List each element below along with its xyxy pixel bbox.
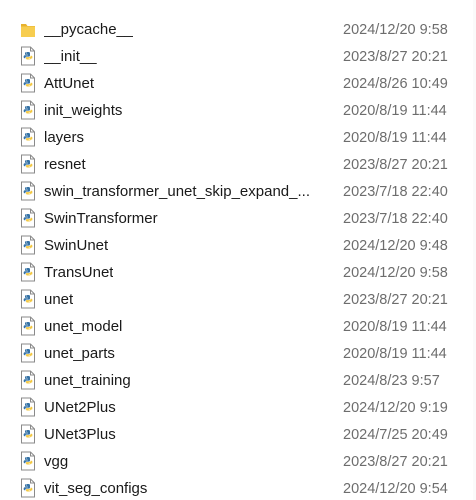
file-row[interactable]: AttUnet 2024/8/26 10:49 [0,71,476,98]
python-file-icon [20,478,36,498]
date-modified: 2023/7/18 22:40 [343,184,448,200]
date-modified: 2023/8/27 20:21 [343,292,448,308]
file-row[interactable]: layers 2020/8/19 11:44 [0,125,476,152]
date-modified: 2024/8/26 10:49 [343,76,448,92]
file-name: init_weights [44,102,123,119]
python-file-icon [20,208,36,228]
python-file-icon [20,424,36,444]
python-file-icon [20,397,36,417]
file-name: unet [44,291,74,308]
date-modified: 2020/8/19 11:44 [343,319,447,335]
file-name: SwinTransformer [44,210,158,227]
file-row[interactable]: TransUnet 2024/12/20 9:58 [0,260,476,287]
python-file-icon [20,181,36,201]
file-list: __pycache__ 2024/12/20 9:58 __init__ 2023/8… [0,17,476,500]
file-name: SwinUnet [44,237,109,254]
date-modified: 2024/12/20 9:58 [343,265,448,281]
file-name: unet_parts [44,345,115,362]
date-modified: 2023/8/27 20:21 [343,157,448,173]
file-name: TransUnet [44,264,114,281]
file-row[interactable]: vit_seg_configs 2024/12/20 9:54 [0,476,476,500]
python-file-icon [20,100,36,120]
python-file-icon [20,370,36,390]
python-file-icon [20,343,36,363]
date-modified: 2024/7/25 20:49 [343,427,448,443]
file-row[interactable]: unet_training 2024/8/23 9:57 [0,368,476,395]
file-name: vit_seg_configs [44,480,148,497]
file-name: UNet3Plus [44,426,116,443]
file-row[interactable]: unet 2023/8/27 20:21 [0,287,476,314]
file-name: vgg [44,453,69,470]
python-file-icon [20,46,36,66]
python-file-icon [20,451,36,471]
python-file-icon [20,235,36,255]
file-row[interactable]: unet_parts 2020/8/19 11:44 [0,341,476,368]
file-row[interactable]: init_weights 2020/8/19 11:44 [0,98,476,125]
date-modified: 2024/12/20 9:54 [343,481,448,497]
date-modified: 2024/12/20 9:58 [343,22,448,38]
file-name: unet_training [44,372,131,389]
date-modified: 2024/12/20 9:19 [343,400,448,416]
date-modified: 2020/8/19 11:44 [343,130,447,146]
file-row[interactable]: __pycache__ 2024/12/20 9:58 [0,17,476,44]
date-modified: 2023/8/27 20:21 [343,49,448,65]
date-modified: 2024/8/23 9:57 [343,373,440,389]
folder-icon [20,19,36,39]
date-modified: 2020/8/19 11:44 [343,103,447,119]
file-row[interactable]: swin_transformer_unet_skip_expand_... 202… [0,179,476,206]
file-row[interactable]: __init__ 2023/8/27 20:21 [0,44,476,71]
file-row[interactable]: SwinTransformer 2023/7/18 22:40 [0,206,476,233]
python-file-icon [20,73,36,93]
date-modified: 2023/8/27 20:21 [343,454,448,470]
python-file-icon [20,127,36,147]
file-name: __init__ [44,48,97,65]
file-name: unet_model [44,318,123,335]
file-row[interactable]: SwinUnet 2024/12/20 9:48 [0,233,476,260]
file-name: UNet2Plus [44,399,116,416]
file-name: layers [44,129,85,146]
file-name: swin_transformer_unet_skip_expand_... [44,183,310,200]
date-modified: 2024/12/20 9:48 [343,238,448,254]
file-row[interactable]: UNet3Plus 2024/7/25 20:49 [0,422,476,449]
file-name: __pycache__ [44,21,134,38]
file-row[interactable]: unet_model 2020/8/19 11:44 [0,314,476,341]
python-file-icon [20,289,36,309]
python-file-icon [20,154,36,174]
file-row[interactable]: resnet 2023/8/27 20:21 [0,152,476,179]
date-modified: 2020/8/19 11:44 [343,346,447,362]
python-file-icon [20,262,36,282]
file-row[interactable]: vgg 2023/8/27 20:21 [0,449,476,476]
date-modified: 2023/7/18 22:40 [343,211,448,227]
file-name: resnet [44,156,86,173]
python-file-icon [20,316,36,336]
file-name: AttUnet [44,75,95,92]
file-row[interactable]: UNet2Plus 2024/12/20 9:19 [0,395,476,422]
